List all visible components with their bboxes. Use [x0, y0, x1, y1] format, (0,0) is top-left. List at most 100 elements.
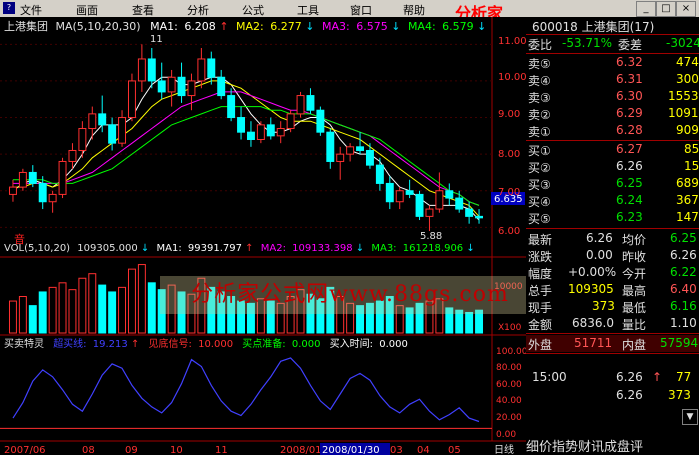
buy1-row[interactable]: 买① 6.27 85 — [526, 141, 699, 158]
ind-s4-value: 0.000 — [379, 339, 408, 350]
buy4-row[interactable]: 买④ 6.24 367 — [526, 192, 699, 209]
y-tick-11: 11.00 — [498, 36, 526, 47]
scroll-icon[interactable]: ▼ — [682, 409, 698, 425]
candle-body — [276, 128, 285, 137]
stat-row-amount: 金额 6836.0 量比 1.10 — [526, 315, 699, 332]
stat-row-latest: 最新 6.26 均价 6.25 — [526, 230, 699, 247]
sell4-label: 卖④ — [528, 74, 551, 88]
period-label[interactable]: 日线 — [494, 443, 514, 455]
sell4-row[interactable]: 卖④ 6.31 300 — [526, 71, 699, 88]
stat-amount-value: 6836.0 — [572, 316, 614, 330]
stat-low-value: 6.16 — [670, 299, 697, 313]
sell1-row[interactable]: 卖① 6.28 909 — [526, 122, 699, 139]
candle-body — [266, 124, 275, 137]
stat-current-label: 现手 — [528, 301, 553, 315]
tick1-time: 15:00 — [532, 370, 567, 384]
stat-avg-value: 6.25 — [670, 231, 697, 245]
candle-body — [197, 58, 206, 82]
sell5-row[interactable]: 卖⑤ 6.32 474 — [526, 54, 699, 71]
candle-body — [425, 208, 434, 217]
stat-high-value: 6.40 — [670, 282, 697, 296]
buy5-row[interactable]: 买⑤ 6.23 147 — [526, 209, 699, 226]
candle-body — [88, 113, 97, 130]
menu-analysis[interactable]: 分析 — [187, 2, 209, 18]
buy2-label: 买② — [528, 161, 551, 175]
app-icon[interactable]: ? — [3, 2, 15, 14]
buy3-label: 买③ — [528, 178, 551, 192]
vol-value: 109305.000 — [77, 243, 137, 254]
candle-body — [8, 186, 17, 195]
candle-body — [246, 131, 255, 141]
vol-ma1-value: 99391.797 — [188, 243, 242, 254]
vol-arrow: ↓ — [141, 243, 149, 254]
buy5-label: 买⑤ — [528, 212, 551, 226]
sell2-row[interactable]: 卖② 6.29 1091 — [526, 105, 699, 122]
vol-ma1-arrow: ↑ — [245, 243, 253, 254]
buy3-vol: 689 — [676, 176, 699, 190]
x-label-08: 08 — [82, 445, 95, 455]
stat-pct-value: +0.00% — [568, 265, 617, 279]
waipan-label: 外盘 — [528, 338, 553, 352]
x-highlight-date: 2008/01/30 — [322, 445, 380, 455]
vol-ma1-label: MA1: — [157, 243, 182, 254]
close-icon[interactable]: × — [676, 1, 696, 17]
sell3-label: 卖③ — [528, 91, 551, 105]
vol-ma2-label: MA2: — [261, 243, 286, 254]
stat-pct-label: 幅度 — [528, 267, 553, 281]
ind-tick-0: 0.00 — [496, 430, 516, 440]
candle-body — [237, 117, 246, 133]
candle-body — [395, 190, 404, 203]
vol-ma3-arrow: ↓ — [466, 243, 474, 254]
ma3-label: MA3: — [322, 20, 350, 33]
ind-tick-60: 60.00 — [496, 380, 522, 390]
sell3-vol: 1553 — [668, 89, 699, 103]
volume-bar — [98, 284, 107, 334]
stat-amount-label: 金额 — [528, 318, 553, 332]
bottom-tabs[interactable]: 细价指势财讯成盘评 — [526, 436, 699, 455]
menu-window[interactable]: 窗口 — [350, 2, 372, 18]
candle-body — [336, 153, 345, 162]
sell2-price: 6.29 — [616, 106, 643, 120]
buy2-row[interactable]: 买② 6.26 15 — [526, 158, 699, 175]
restore-icon[interactable]: □ — [656, 1, 676, 17]
menu-help[interactable]: 帮助 — [403, 2, 425, 18]
candle-body — [306, 95, 315, 111]
menu-view[interactable]: 查看 — [132, 2, 154, 18]
minimize-icon[interactable]: _ — [636, 1, 656, 17]
sell3-row[interactable]: 卖③ 6.30 1553 — [526, 88, 699, 105]
volume-bar — [18, 296, 27, 334]
candle-body — [346, 146, 355, 155]
vol-ma3-label: MA3: — [371, 243, 396, 254]
menu-formula[interactable]: 公式 — [242, 2, 264, 18]
menu-file[interactable]: 文件 — [20, 2, 42, 18]
candle-body — [98, 113, 107, 126]
buy4-vol: 367 — [676, 193, 699, 207]
sell3-price: 6.30 — [616, 89, 643, 103]
code-name: 600018 上港集团(17) — [532, 20, 655, 34]
buy1-vol: 85 — [684, 142, 699, 156]
stat-current-value: 373 — [592, 299, 615, 313]
buy2-price: 6.26 — [616, 159, 643, 173]
buy3-row[interactable]: 买③ 6.25 689 — [526, 175, 699, 192]
stat-open-value: 6.22 — [670, 265, 697, 279]
volume-bar — [68, 289, 77, 334]
candle-body — [415, 193, 424, 217]
stat-prevclose-label: 昨收 — [622, 250, 647, 264]
sell1-price: 6.28 — [616, 123, 643, 137]
candle-body — [177, 76, 186, 97]
stat-row-current: 现手 373 最低 6.16 — [526, 298, 699, 315]
vol-ma3-value: 161218.906 — [403, 243, 463, 254]
ind-s1-label: 超买线: — [53, 337, 86, 350]
candle-body — [296, 95, 305, 115]
ma2-arrow: ↓ — [305, 20, 314, 33]
candle-body — [38, 182, 47, 203]
chart-area[interactable]: 上港集团 MA(5,10,20,30) MA1: 6.208 ↑ MA2: 6.… — [0, 17, 526, 455]
vol-ma2-value: 109133.398 — [292, 243, 352, 254]
vol-tick-x100: X100 — [498, 323, 522, 333]
buy4-price: 6.24 — [616, 193, 643, 207]
menu-screen[interactable]: 画面 — [76, 2, 98, 18]
candle-body — [435, 190, 444, 210]
menu-tools[interactable]: 工具 — [297, 2, 319, 18]
ma-params: MA(5,10,20,30) — [56, 20, 141, 33]
stat-latest-value: 6.26 — [586, 231, 613, 245]
